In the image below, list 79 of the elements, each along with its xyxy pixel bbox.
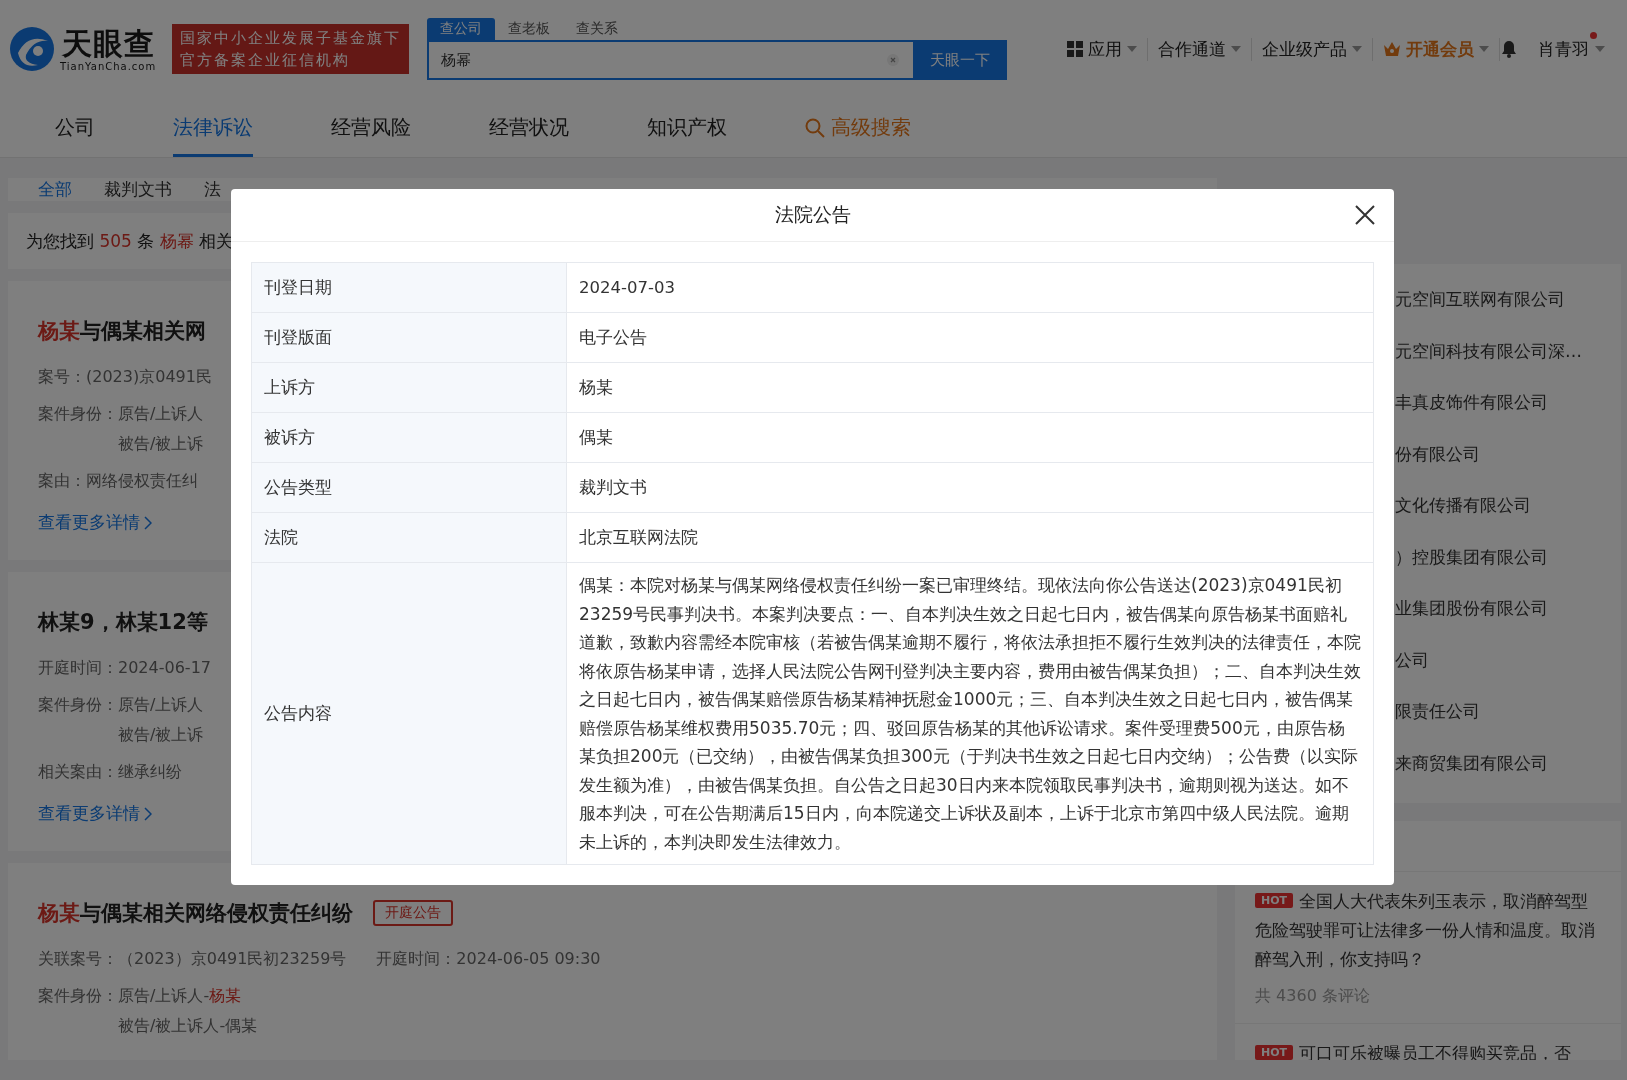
banner-text: 官方备案企业征信机构: [180, 50, 352, 71]
field-value: 原告/上诉人: [118, 403, 204, 425]
row-label: 被诉方: [264, 426, 315, 449]
filter-tab[interactable]: 裁判文书: [104, 178, 172, 201]
field-label: 案件身份：: [38, 985, 118, 1007]
banner-text: 国家中小企业发展子基金旗下: [180, 28, 402, 49]
field-value: 被告/被上诉: [118, 433, 204, 455]
nav-tab[interactable]: 法律诉讼: [173, 98, 253, 157]
caret-icon: [1127, 46, 1138, 52]
field-value: 被告/被上诉人-偶某: [118, 1015, 258, 1037]
nav-tab[interactable]: 公司: [55, 98, 95, 157]
close-icon[interactable]: [1354, 204, 1376, 226]
news-headline[interactable]: $^{HOT}$ 全国人大代表朱列玉表示，取消醉驾型危险驾驶罪可让法律多一份人情和温度。取消醉驾入刑，你支持吗？: [1255, 886, 1601, 974]
row-value: 2024-07-03: [579, 278, 675, 297]
field-value: 被告/被上诉: [118, 724, 204, 746]
row-label: 法院: [264, 526, 298, 549]
logo-icon: [8, 25, 56, 73]
row-value: 裁判文书: [579, 476, 647, 499]
caret-icon: [1595, 46, 1606, 52]
field-label: 案件身份：: [38, 403, 118, 425]
field-value: 原告/上诉人-杨某: [118, 985, 243, 1007]
filter-tab[interactable]: 法: [204, 178, 221, 201]
menu-item[interactable]: 合作通道: [1158, 37, 1227, 61]
tag-badge: 开庭公告: [373, 900, 453, 926]
row-label: 公告内容: [264, 702, 332, 725]
search-button[interactable]: 天眼一下: [913, 40, 1008, 80]
field-value: （2023）京0491民初23259号: [118, 948, 347, 970]
caret-icon: [1479, 46, 1490, 52]
row-value: 北京互联网法院: [579, 526, 698, 549]
field-label: 案件身份：: [38, 694, 118, 716]
caret-icon: [1231, 46, 1242, 52]
field-label: 开庭时间：: [376, 948, 457, 970]
row-value: 杨某: [579, 376, 613, 399]
result-title[interactable]: 杨某与偶某相关网: [38, 317, 206, 345]
logo-text: 天眼查: [61, 26, 155, 61]
grid-icon: [1067, 41, 1084, 57]
field-value: 2024-06-17: [118, 657, 211, 679]
caret-icon: [1352, 46, 1363, 52]
nav-tab[interactable]: 知识产权: [647, 98, 727, 157]
chevron-icon: [144, 515, 152, 530]
chevron-icon: [144, 806, 152, 821]
field-value: 网络侵权责任纠: [86, 470, 198, 492]
field-label: 开庭时间：: [38, 657, 118, 679]
nav-tab[interactable]: 经营状况: [489, 98, 569, 157]
field-label: 相关案由：: [38, 761, 118, 783]
field-value: 原告/上诉人: [118, 694, 204, 716]
nav-tab[interactable]: 经营风险: [331, 98, 411, 157]
field-value: 2024-06-05 09:30: [456, 948, 601, 970]
result-title[interactable]: 林某9，林某12等: [38, 608, 208, 636]
field-label: 案由：: [38, 470, 86, 492]
row-label: 刊登日期: [264, 276, 332, 299]
search-field[interactable]: 杨幂: [427, 40, 914, 80]
logo-subtext: TianYanCha.com: [60, 60, 157, 72]
crown-icon: [1383, 41, 1402, 57]
menu-item[interactable]: 应用: [1088, 37, 1123, 61]
row-value: 偶某: [579, 426, 613, 449]
field-label: 关联案号：: [38, 948, 118, 970]
menu-item[interactable]: 企业级产品: [1262, 37, 1348, 61]
search-tab[interactable]: 查公司: [427, 18, 496, 40]
row-value: 偶某：本院对杨某与偶某网络侵权责任纠纷一案已审理终结。现依法向你公告送达(2023)京0491民初23259号民事判决书。本案判决要点：一、自本判决生效之日起七日内，被告偶某向原告杨某书面赔礼道歉，致歉内容需经本院审核（若被告偶某逾期不履行，将依法承担拒不履行生效判决的法律责任，本院将依原告杨某申请，选择人民法院公告网刊登判决主要内容，费用由被告偶某负担）；二、自本判决生效之日起七日内，被告偶某赔偿原告杨某精神抚慰金1000元；三、自本判决生效之日起七日内，被告偶某赔偿原告杨某维权费用5035.70元；四、驳回原告杨某的其他诉讼请求。案件受理费500元，由原告杨某负担200元（已交纳），由被告偶某负担300元（于判决书生效之日起七日内交纳）；公告费（以实际发生额为准），由被告偶某负担。自公告之日起30日内来本院领取民事判决书，逾期则视为送达。如不服本判决，可在公告期满后15日内，向本院递交上诉状及副本，上诉于北京市第四中级人民法院。逾期未上诉的，本判决即发生法律效力。: [579, 574, 1361, 854]
field-value: (2023)京0491民: [86, 366, 212, 388]
notification-dot: [1590, 31, 1598, 39]
field-label: 案号：: [38, 366, 86, 388]
clear-icon[interactable]: [887, 54, 900, 66]
more-details-link[interactable]: 查看更多详情: [38, 511, 152, 534]
row-label: 公告类型: [264, 476, 332, 499]
more-details-link[interactable]: 查看更多详情: [38, 802, 152, 825]
search-icon: [805, 117, 825, 138]
row-label: 上诉方: [264, 376, 315, 399]
field-value: 继承纠纷: [118, 761, 182, 783]
row-value: 电子公告: [579, 326, 647, 349]
filter-tab[interactable]: 全部: [38, 178, 72, 201]
user-name[interactable]: 肖青羽: [1538, 37, 1590, 61]
row-label: 刊登版面: [264, 326, 332, 349]
result-title[interactable]: 杨某与偶某相关网络侵权责任纠纷: [38, 899, 353, 927]
search-tab[interactable]: 查关系: [563, 18, 632, 40]
search-tab[interactable]: 查老板: [495, 18, 564, 40]
bell-icon[interactable]: [1500, 40, 1519, 58]
advanced-search-link[interactable]: 高级搜索: [805, 98, 911, 157]
